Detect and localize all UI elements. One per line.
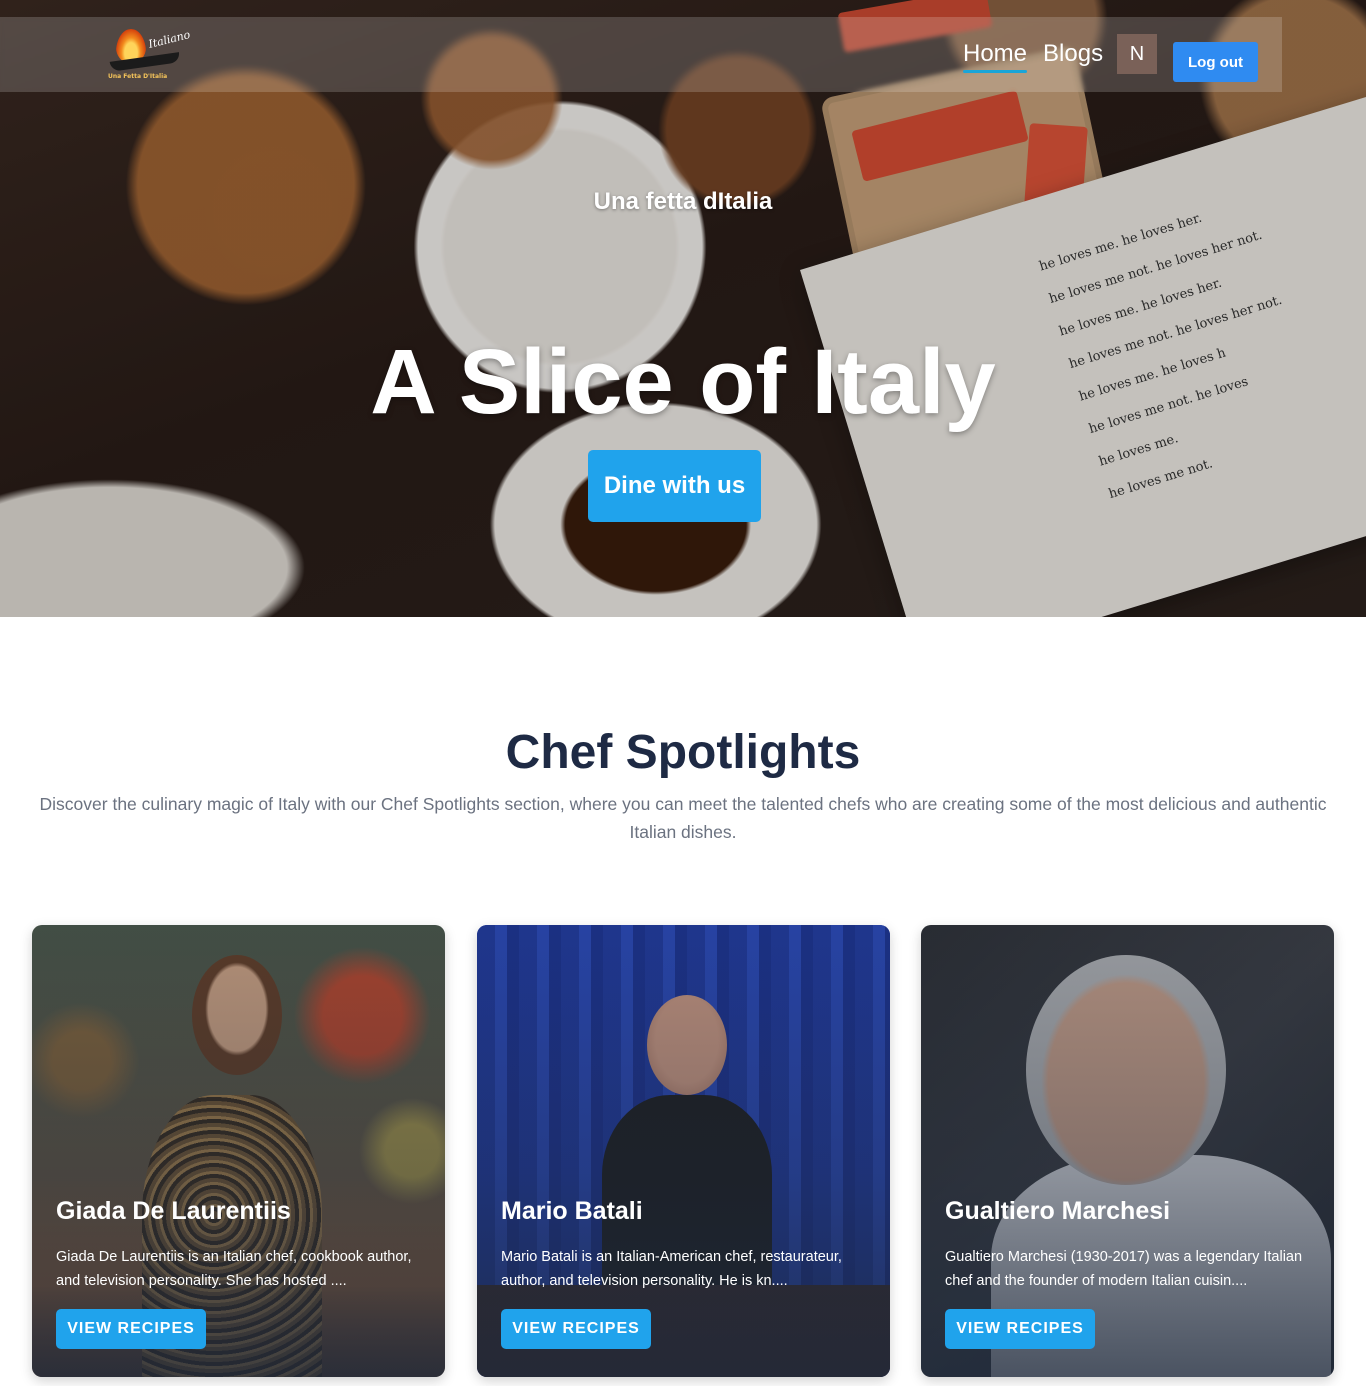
view-recipes-button[interactable]: VIEW RECIPES: [56, 1309, 206, 1349]
hero-subtitle: Una fetta dItalia: [593, 188, 773, 215]
brand-logo[interactable]: Italiano Una Fetta D'Italia: [108, 27, 192, 85]
chef-bio: Mario Batali is an Italian-American chef…: [501, 1249, 842, 1289]
logo-script: Italiano: [147, 28, 192, 51]
hero-dim-overlay: [0, 0, 1366, 617]
chef-name: Giada De Laurentiis: [56, 1197, 291, 1225]
user-avatar[interactable]: N: [1117, 34, 1157, 74]
nav-link-blogs[interactable]: Blogs: [1043, 40, 1103, 68]
chef-card: Gualtiero Marchesi Gualtiero Marchesi (1…: [921, 925, 1334, 1377]
nav-link-home[interactable]: Home: [963, 40, 1028, 73]
logo-tagline: Una Fetta D'Italia: [108, 73, 168, 80]
nav-links: Home Blogs: [963, 40, 1103, 73]
chef-bio: Gualtiero Marchesi (1930-2017) was a leg…: [945, 1249, 1303, 1289]
logout-button[interactable]: Log out: [1173, 42, 1258, 82]
dine-with-us-button[interactable]: Dine with us: [588, 450, 761, 522]
chef-name: Gualtiero Marchesi: [945, 1197, 1171, 1225]
chef-card: Giada De Laurentiis Giada De Laurentiis …: [32, 925, 445, 1377]
chef-name: Mario Batali: [501, 1197, 643, 1225]
view-recipes-button[interactable]: VIEW RECIPES: [945, 1309, 1095, 1349]
hero-title: A Slice of Italy: [370, 331, 996, 433]
section-description: Discover the culinary magic of Italy wit…: [39, 794, 1327, 842]
view-recipes-button[interactable]: VIEW RECIPES: [501, 1309, 651, 1349]
hero-banner: he loves me. he loves her. he loves me n…: [0, 0, 1366, 617]
section-title: Chef Spotlights: [505, 726, 861, 779]
chef-card: Mario Batali Mario Batali is an Italian-…: [477, 925, 890, 1377]
chef-bio: Giada De Laurentiis is an Italian chef, …: [56, 1249, 412, 1289]
